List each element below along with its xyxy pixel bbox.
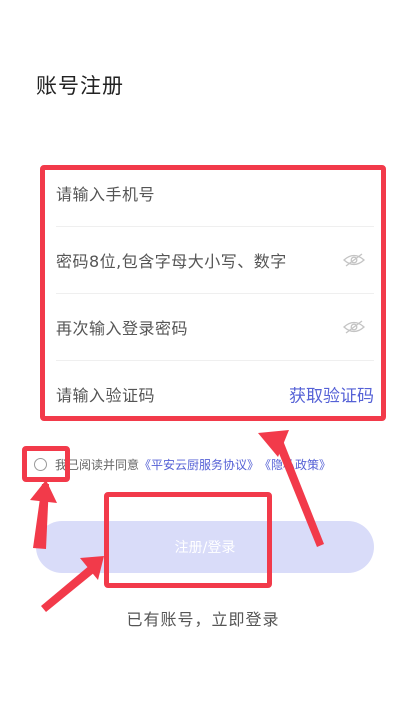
checkbox-highlight-box [22, 446, 70, 482]
button-highlight-box [104, 492, 272, 588]
existing-account-login-link[interactable]: 已有账号，立即登录 [0, 606, 406, 630]
register-page: 账号注册 请输入手机号 密码8位,包含字母大小写、数字 再次输入登录密码 请输入… [0, 0, 406, 720]
page-title: 账号注册 [36, 74, 124, 98]
form-highlight-box [40, 165, 386, 421]
agreement-row: 我已阅读并同意 《平安云厨服务协议》 《隐私政策》 [34, 456, 331, 473]
service-agreement-link[interactable]: 《平安云厨服务协议》 [139, 456, 259, 473]
privacy-policy-link[interactable]: 《隐私政策》 [259, 456, 331, 473]
